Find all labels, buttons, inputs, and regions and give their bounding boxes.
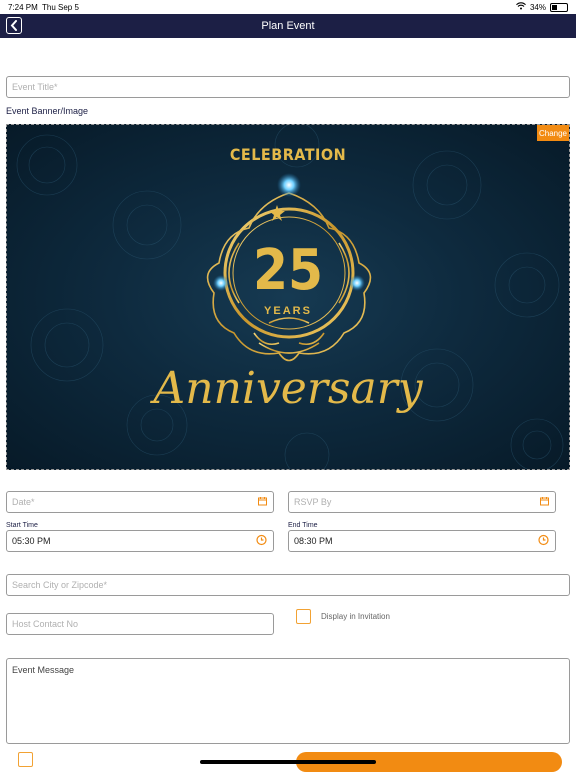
event-message-label: Event Message [12, 665, 75, 675]
bottom-checkbox[interactable] [18, 752, 33, 767]
status-date: Thu Sep 5 [42, 3, 79, 12]
event-title-input[interactable]: Event Title* [6, 76, 570, 98]
home-indicator [200, 760, 376, 764]
event-banner-image: CELEBRATION 25 YEARS Anniversary Change [6, 124, 570, 470]
status-time: 7:24 PM [8, 3, 38, 12]
host-contact-input[interactable]: Host Contact No [6, 613, 274, 635]
clock-icon[interactable] [538, 534, 549, 548]
date-input[interactable]: Date* [6, 491, 274, 513]
date-placeholder: Date* [12, 497, 35, 507]
rsvp-input[interactable]: RSVP By [288, 491, 556, 513]
end-time-input[interactable]: 08:30 PM [288, 530, 556, 552]
wifi-icon [516, 2, 526, 12]
start-time-value: 05:30 PM [12, 536, 51, 546]
banner-label: Event Banner/Image [6, 106, 89, 116]
start-time-input[interactable]: 05:30 PM [6, 530, 274, 552]
banner-number-text: 25 [252, 238, 324, 303]
page-title: Plan Event [261, 20, 315, 32]
rsvp-placeholder: RSVP By [294, 497, 332, 507]
search-city-input[interactable]: Search City or Zipcode* [6, 574, 570, 596]
display-invitation-label: Display in Invitation [321, 612, 390, 621]
battery-percent: 34% [529, 2, 546, 12]
event-message-textarea[interactable]: Event Message [6, 658, 570, 744]
battery-icon [550, 2, 568, 12]
nav-bar: Plan Event [0, 14, 576, 38]
clock-icon[interactable] [256, 534, 267, 548]
host-contact-placeholder: Host Contact No [12, 619, 79, 629]
change-banner-button[interactable]: Change [537, 125, 569, 141]
end-time-value: 08:30 PM [294, 536, 333, 546]
end-time-label: End Time [288, 522, 318, 529]
event-title-placeholder: Event Title* [12, 82, 58, 92]
banner-years-text: YEARS [264, 305, 312, 317]
banner-anniversary-text: Anniversary [153, 363, 423, 414]
display-invitation-checkbox[interactable] [296, 609, 311, 624]
status-bar: 7:24 PM Thu Sep 5 34% [0, 0, 576, 14]
start-time-label: Start Time [6, 522, 38, 529]
status-right: 34% [516, 2, 568, 12]
calendar-icon[interactable] [258, 497, 267, 508]
banner-celebration-text: CELEBRATION [229, 145, 347, 164]
search-city-placeholder: Search City or Zipcode* [12, 580, 108, 590]
calendar-icon[interactable] [540, 497, 549, 508]
